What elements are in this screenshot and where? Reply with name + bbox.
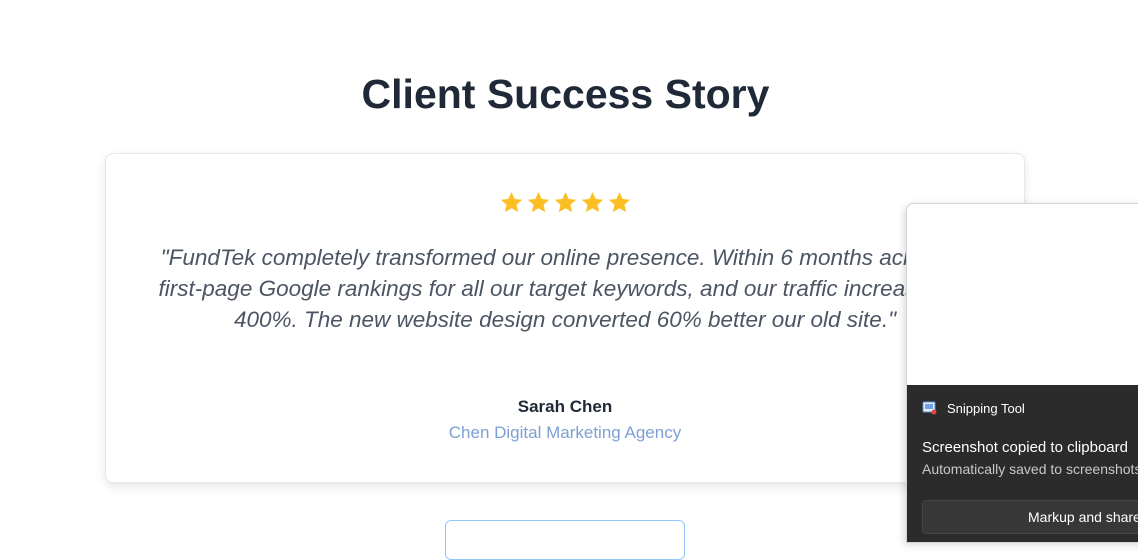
star-icon (525, 190, 552, 216)
markup-and-share-button[interactable]: Markup and share (922, 500, 1138, 534)
testimonial-quote: "FundTek completely transformed our onli… (158, 245, 972, 332)
notification-subtext: Automatically saved to screenshots folde… (922, 461, 1138, 477)
notification-body: Snipping Tool Screenshot copied to clipb… (907, 385, 1138, 542)
page-title: Client Success Story (361, 71, 770, 117)
notification-app-name: Snipping Tool (947, 400, 1025, 416)
snipping-tool-icon (922, 400, 938, 416)
star-icon (579, 190, 606, 216)
star-icon (498, 190, 525, 216)
notification-app-row: Snipping Tool (922, 400, 1025, 416)
notification-heading: Screenshot copied to clipboard (922, 439, 1128, 456)
star-icon (552, 190, 579, 216)
star-rating (106, 190, 1024, 216)
author-name: Sarah Chen (517, 397, 613, 416)
snipping-tool-notification[interactable]: Snipping Tool Screenshot copied to clipb… (906, 203, 1138, 543)
testimonial-card: "FundTek completely transformed our onli… (105, 153, 1025, 483)
author-company: Chen Digital Marketing Agency (448, 423, 682, 442)
star-icon (606, 190, 633, 216)
screenshot-preview[interactable] (907, 204, 1138, 385)
cta-button[interactable] (445, 520, 685, 560)
